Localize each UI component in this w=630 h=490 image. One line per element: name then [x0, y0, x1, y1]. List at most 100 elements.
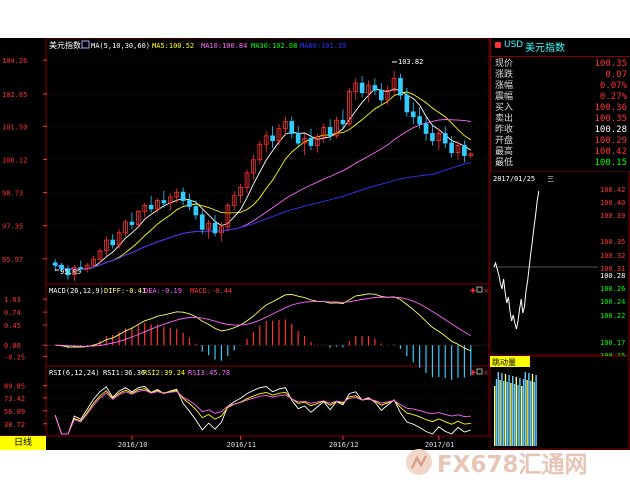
volume-bar [495, 379, 498, 446]
candle [251, 155, 256, 179]
candle [442, 126, 448, 148]
candle [225, 202, 231, 232]
tick-volume-svg: 跳动量 [490, 356, 630, 450]
x-tick-label: 2016/12 [329, 441, 359, 449]
volume-bar [508, 375, 510, 446]
rsi-maximize-icon[interactable] [476, 368, 483, 375]
intraday-y-tick-label: 100.40 [600, 199, 625, 207]
candle [410, 102, 416, 124]
quote-row-value: 100.15 [594, 158, 627, 168]
macd-diff-label: DIFF:-0.41 [104, 287, 146, 295]
intraday-y-tick-label: 100.42 [600, 186, 625, 194]
macd-maximize-icon[interactable] [476, 286, 483, 293]
period-tab-daily[interactable]: 日线 [0, 436, 46, 450]
volume-bar [494, 386, 496, 446]
candle [155, 198, 160, 213]
date-x-axis: 2016/10 2016/11 2016/12 2017/01 [118, 436, 454, 449]
intraday-y-tick-label: 100.32 [600, 252, 625, 260]
x-tick-label: 2016/10 [118, 441, 148, 449]
candle [123, 219, 128, 237]
watermark-text: FX678汇通网 [437, 452, 587, 478]
candle [257, 140, 263, 165]
kline-y-axis: 104.26 102.85 101.50 100.12 98.73 97.35 95.97 [2, 57, 47, 264]
volume-bars [494, 372, 537, 446]
candle [334, 116, 339, 139]
volume-bar [512, 376, 514, 446]
kline-chart-svg[interactable]: 美元指数 MA(5,10,30,60) MA5:100.52 MA10:100.… [0, 37, 490, 450]
candle [206, 219, 211, 239]
candle [378, 83, 384, 105]
macd-close-icon[interactable]: ✚ [470, 287, 476, 295]
volume-bar [519, 378, 521, 446]
volume-bar [524, 372, 526, 446]
candle [148, 195, 154, 213]
quote-name: 美元指数 [525, 43, 565, 54]
candle [295, 126, 301, 148]
quote-table: 现价 100.35 涨跌 0.07 涨幅 0.07% 震幅 0.27% 买入 100.36 卖出 10… [490, 56, 630, 172]
candle [212, 214, 218, 237]
rsi-y-tick-label: 56.09 [4, 408, 25, 416]
intraday-y-tick-label: 100.17 [600, 339, 625, 347]
volume-bar [528, 373, 530, 446]
app-window: { "main": { "title": "美元指数", "ma_label":… [0, 0, 630, 490]
candle [116, 229, 122, 249]
indicator-toggle-icon[interactable] [81, 40, 90, 49]
candle [104, 236, 109, 256]
volume-bar [504, 374, 507, 446]
ma-label: MA(5,10,30,60) [91, 42, 150, 50]
rsi3-line [54, 389, 471, 435]
candle [187, 193, 192, 211]
volume-bar [526, 380, 528, 446]
volume-bar [522, 379, 525, 446]
rsi1-label: RSI1:36.36 [103, 369, 145, 377]
volume-bar [521, 386, 523, 446]
volume-bar [530, 381, 532, 446]
rsi-y-tick-label: 89.85 [4, 383, 25, 391]
quote-side-panel: USD 美元指数 现价 100.35 涨跌 0.07 涨幅 0.07% 震幅 0.27% 买入 1… [490, 38, 630, 450]
quote-marker-icon [495, 42, 501, 48]
quote-header: USD 美元指数 [490, 38, 630, 57]
candle [283, 116, 288, 136]
rsi3-label: RSI3:45.78 [188, 369, 230, 377]
rsi-close-icon[interactable]: ✚ [470, 369, 476, 377]
macd-value-label: MACD:-0.44 [190, 287, 232, 295]
macd-y-tick-label: 1.03 [4, 296, 21, 304]
macd-y-tick-label: 0.45 [4, 322, 21, 330]
volume-bar [510, 383, 512, 446]
candle [110, 234, 116, 249]
rsi-panel-controls[interactable]: ✚ × [470, 368, 489, 377]
candle [302, 133, 307, 156]
volume-bar [531, 374, 534, 446]
kline-y-tick-label: 97.35 [2, 223, 23, 231]
candle [398, 73, 403, 100]
candle [436, 128, 442, 151]
macd-panel-controls[interactable]: ✚ × [470, 286, 489, 295]
intraday-chart-svg[interactable]: 2017/01/25 三 100.42 100.40 100.39 100.35 100… [490, 171, 630, 356]
intraday-price-line [493, 190, 540, 330]
intraday-y-tick-label: 100.24 [600, 298, 625, 306]
rsi-label: RSI(6,12,24) [49, 369, 100, 377]
volume-bar [499, 380, 501, 446]
kline-y-tick-label: 102.85 [2, 91, 27, 99]
ma60-label: MA60:101.39 [300, 42, 346, 50]
candle [199, 210, 205, 235]
rsi-x-icon[interactable]: × [483, 369, 489, 377]
macd-x-icon[interactable]: × [483, 287, 489, 295]
candle [366, 80, 371, 103]
volume-bar [535, 375, 537, 446]
intraday-y-tick-label: 100.28 [600, 272, 625, 280]
ma30-label: MA30:102.08 [251, 42, 297, 50]
intraday-weekday: 三 [547, 175, 554, 183]
macd-y-axis: 1.03 0.74 0.45 0.00 -0.25 [4, 296, 489, 361]
kline-y-tick-label: 100.12 [2, 156, 27, 164]
candle [289, 116, 295, 139]
low-annotation: 95.05 [60, 268, 81, 276]
candle [372, 78, 378, 96]
intraday-y-tick-label: 100.39 [600, 212, 625, 220]
candle [391, 70, 397, 96]
rsi-y-axis: 89.85 73.42 56.09 38.72 [4, 383, 489, 429]
candle [231, 190, 237, 211]
candle [180, 187, 186, 206]
quote-row: 最低 100.15 [495, 157, 627, 169]
volume-bar [533, 382, 535, 446]
